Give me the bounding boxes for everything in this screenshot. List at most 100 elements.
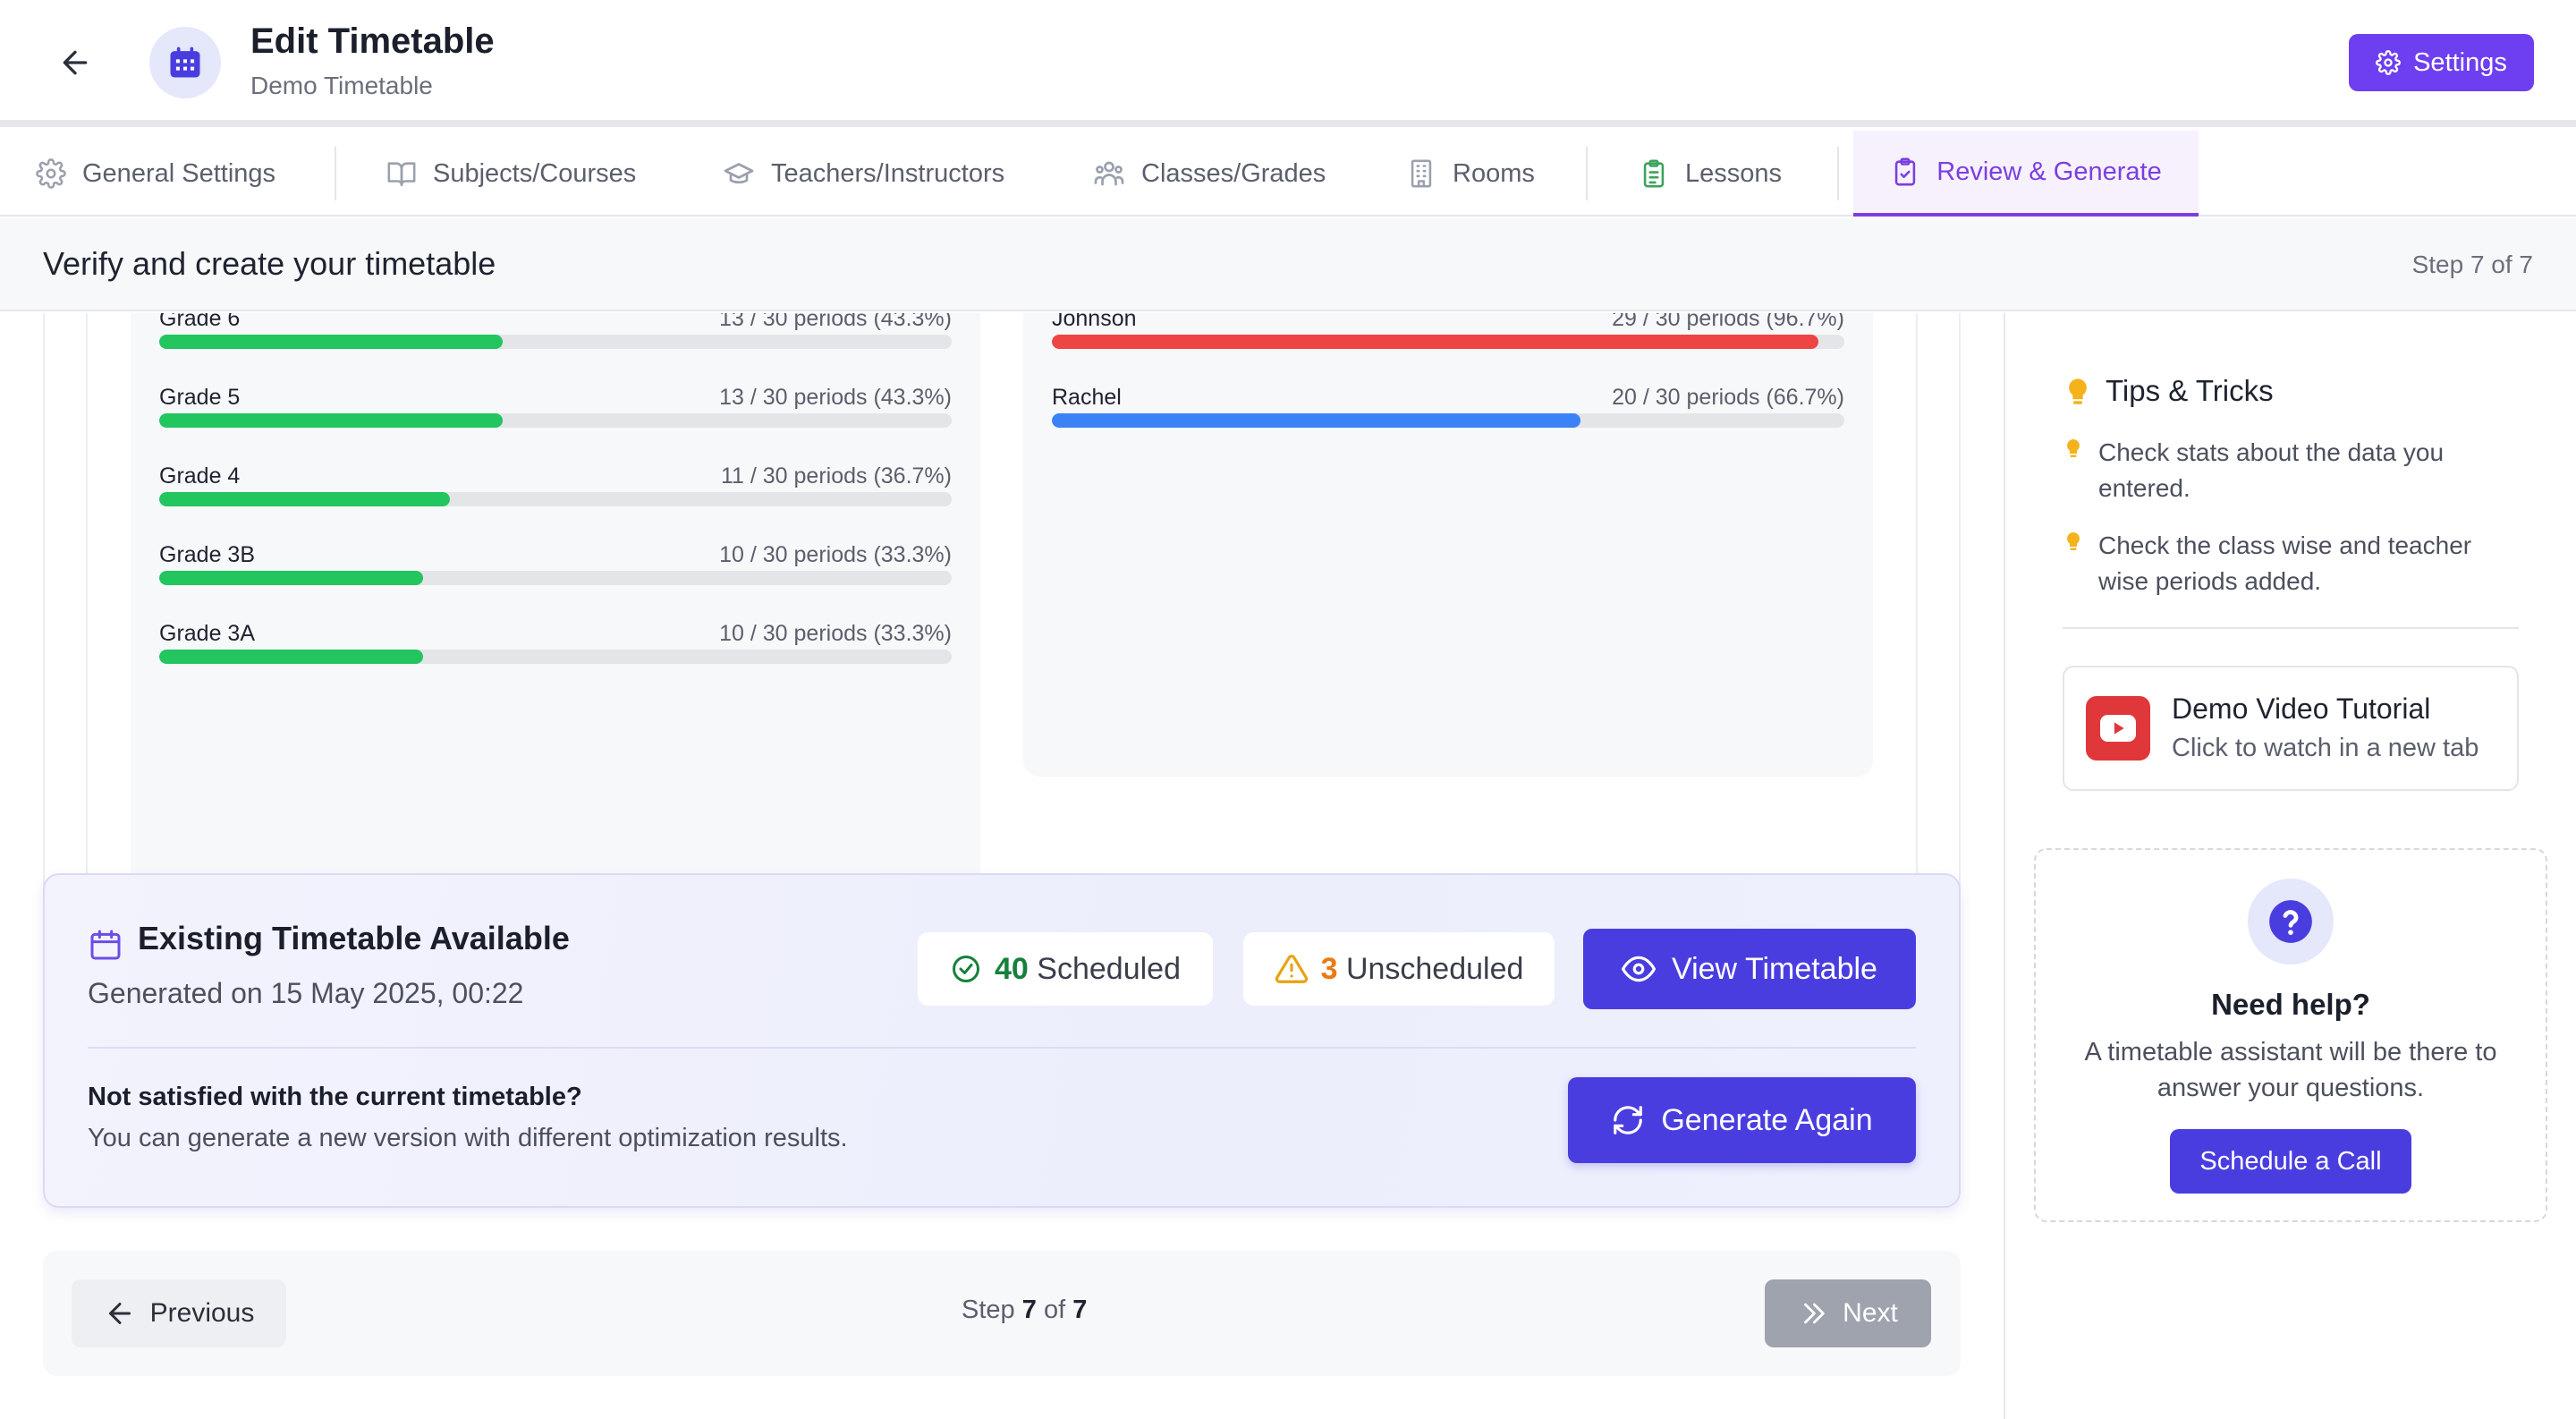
help-text: A timetable assistant will be there to a… bbox=[2084, 1038, 2497, 1102]
footer-step-indicator: Step 7 of 7 bbox=[962, 1296, 1087, 1325]
tab-label: Lessons bbox=[1685, 158, 1783, 188]
settings-label: Settings bbox=[2413, 47, 2507, 77]
period-progress-track bbox=[159, 492, 952, 506]
unscheduled-label: Unscheduled bbox=[1345, 951, 1524, 986]
step-prefix: Step bbox=[962, 1296, 1015, 1324]
step-indicator: Step 7 of 7 bbox=[2411, 251, 2533, 278]
lightbulb-icon bbox=[2067, 439, 2080, 457]
period-bar-value: 10 / 30 periods (33.3%) bbox=[719, 542, 952, 567]
scheduled-label: Scheduled bbox=[1037, 951, 1181, 986]
scheduled-count: 40 bbox=[995, 951, 1029, 986]
period-progress-track bbox=[1052, 413, 1844, 428]
period-bar-value: 13 / 30 periods (43.3%) bbox=[719, 313, 952, 331]
graduation-cap-icon bbox=[724, 163, 754, 184]
back-button[interactable] bbox=[54, 41, 97, 84]
tab-subjects-courses[interactable]: Subjects/Courses bbox=[386, 131, 636, 217]
tab-general-settings[interactable]: General Settings bbox=[36, 131, 275, 217]
tab-label: Rooms bbox=[1453, 158, 1535, 188]
book-icon bbox=[387, 162, 416, 187]
period-bar-value: 10 / 30 periods (33.3%) bbox=[719, 621, 952, 646]
period-bar-label: Johnson bbox=[1052, 313, 1137, 331]
next-button[interactable]: Next bbox=[1765, 1279, 1931, 1347]
view-timetable-button[interactable]: View Timetable bbox=[1583, 929, 1916, 1009]
next-label: Next bbox=[1843, 1298, 1898, 1328]
period-progress-fill bbox=[159, 413, 503, 428]
check-circle-icon bbox=[953, 956, 980, 982]
tip-item: Check the class wise and teacher wise pe… bbox=[2098, 531, 2472, 595]
tab-review-generate[interactable]: Review & Generate bbox=[1853, 131, 2199, 217]
page-title: Edit Timetable bbox=[250, 21, 495, 61]
tab-classes-grades[interactable]: Classes/Grades bbox=[1093, 131, 1326, 217]
tab-rooms[interactable]: Rooms bbox=[1406, 131, 1535, 217]
arrow-left-icon bbox=[108, 1303, 131, 1324]
tab-divider bbox=[1837, 147, 1839, 200]
calendar-icon bbox=[170, 47, 200, 78]
period-bar-value: 20 / 30 periods (66.7%) bbox=[1612, 385, 1844, 410]
help-title: Need help? bbox=[2211, 988, 2370, 1021]
arrow-left-icon bbox=[63, 50, 88, 75]
unscheduled-count: 3 bbox=[1320, 951, 1338, 986]
tip-item: Check stats about the data you entered. bbox=[2098, 438, 2445, 502]
tab-label: General Settings bbox=[82, 158, 276, 188]
step-total: 7 bbox=[1072, 1296, 1088, 1324]
video-subtitle: Click to watch in a new tab bbox=[2172, 734, 2479, 762]
teacher-periods-card bbox=[1023, 313, 1873, 777]
period-progress-fill bbox=[1052, 335, 1818, 349]
tab-label: Review & Generate bbox=[1936, 157, 2162, 186]
schedule-call-button[interactable]: Schedule a Call bbox=[2170, 1129, 2411, 1194]
main-content[interactable]: Grade 6 13 / 30 periods (43.3%) Grade 5 13 … bbox=[0, 313, 2004, 1419]
previous-label: Previous bbox=[149, 1298, 255, 1328]
period-bar-value: 29 / 30 periods (96.7%) bbox=[1612, 313, 1844, 331]
page-subtitle: Demo Timetable bbox=[250, 72, 433, 99]
tab-lessons[interactable]: Lessons bbox=[1639, 131, 1782, 217]
generate-again-label: Generate Again bbox=[1661, 1102, 1873, 1137]
clipboard-check-icon bbox=[1895, 157, 1916, 186]
step-tabs: General Settings Subjects/Courses Teache… bbox=[0, 131, 2576, 217]
calendar-icon bbox=[90, 930, 121, 960]
divider bbox=[88, 1047, 1916, 1049]
period-progress-fill bbox=[159, 571, 424, 585]
tab-label: Subjects/Courses bbox=[433, 158, 637, 188]
period-bar-row: Johnson 29 / 30 periods (96.7%) bbox=[1052, 313, 1844, 360]
tab-teachers-instructors[interactable]: Teachers/Instructors bbox=[723, 131, 1004, 217]
period-bar-label: Grade 4 bbox=[159, 463, 241, 489]
step-of: of bbox=[1043, 1296, 1066, 1324]
refresh-icon bbox=[1614, 1106, 1643, 1134]
eye-icon bbox=[1622, 956, 1657, 982]
period-bar-label: Rachel bbox=[1052, 385, 1122, 410]
users-icon bbox=[1094, 161, 1124, 186]
video-title: Demo Video Tutorial bbox=[2172, 693, 2431, 725]
question-icon bbox=[2248, 879, 2334, 964]
previous-button[interactable]: Previous bbox=[72, 1279, 286, 1347]
not-satisfied-text: You can generate a new version with diff… bbox=[88, 1124, 848, 1152]
period-progress-fill bbox=[159, 335, 503, 349]
generate-again-button[interactable]: Generate Again bbox=[1568, 1077, 1916, 1163]
view-timetable-label: View Timetable bbox=[1672, 951, 1877, 986]
tips-title: Tips & Tricks bbox=[2106, 374, 2274, 407]
period-progress-track bbox=[159, 571, 952, 585]
step-current: 7 bbox=[1021, 1296, 1037, 1324]
period-bar-row: Grade 3B 10 / 30 periods (33.3%) bbox=[159, 542, 952, 596]
period-progress-track bbox=[159, 413, 952, 428]
period-bar-label: Grade 3B bbox=[159, 542, 256, 567]
lightbulb-icon bbox=[2067, 532, 2080, 550]
warning-triangle-icon bbox=[1275, 955, 1308, 983]
unscheduled-badge: 3 Unscheduled bbox=[1243, 932, 1555, 1006]
period-bar-row: Grade 4 11 / 30 periods (36.7%) bbox=[159, 463, 952, 517]
period-bar-label: Grade 3A bbox=[159, 621, 256, 646]
lightbulb-icon bbox=[2069, 378, 2087, 404]
scheduled-badge: 40 Scheduled bbox=[918, 932, 1213, 1006]
period-bar-row: Grade 5 13 / 30 periods (43.3%) bbox=[159, 385, 952, 438]
generated-date: Generated on 15 May 2025, 00:22 bbox=[88, 977, 524, 1009]
tab-divider bbox=[335, 147, 336, 200]
settings-button[interactable]: Settings bbox=[2349, 34, 2534, 91]
period-bar-value: 11 / 30 periods (36.7%) bbox=[720, 463, 952, 489]
period-progress-fill bbox=[159, 650, 424, 664]
app-header: Edit Timetable Demo Timetable Settings bbox=[0, 0, 2576, 127]
tab-label: Classes/Grades bbox=[1141, 158, 1326, 188]
period-bar-value: 13 / 30 periods (43.3%) bbox=[719, 385, 952, 410]
period-progress-track bbox=[159, 335, 952, 349]
period-bar-row: Grade 3A 10 / 30 periods (33.3%) bbox=[159, 621, 952, 675]
tab-divider bbox=[1586, 147, 1588, 200]
chevrons-right-icon bbox=[1804, 1303, 1825, 1324]
